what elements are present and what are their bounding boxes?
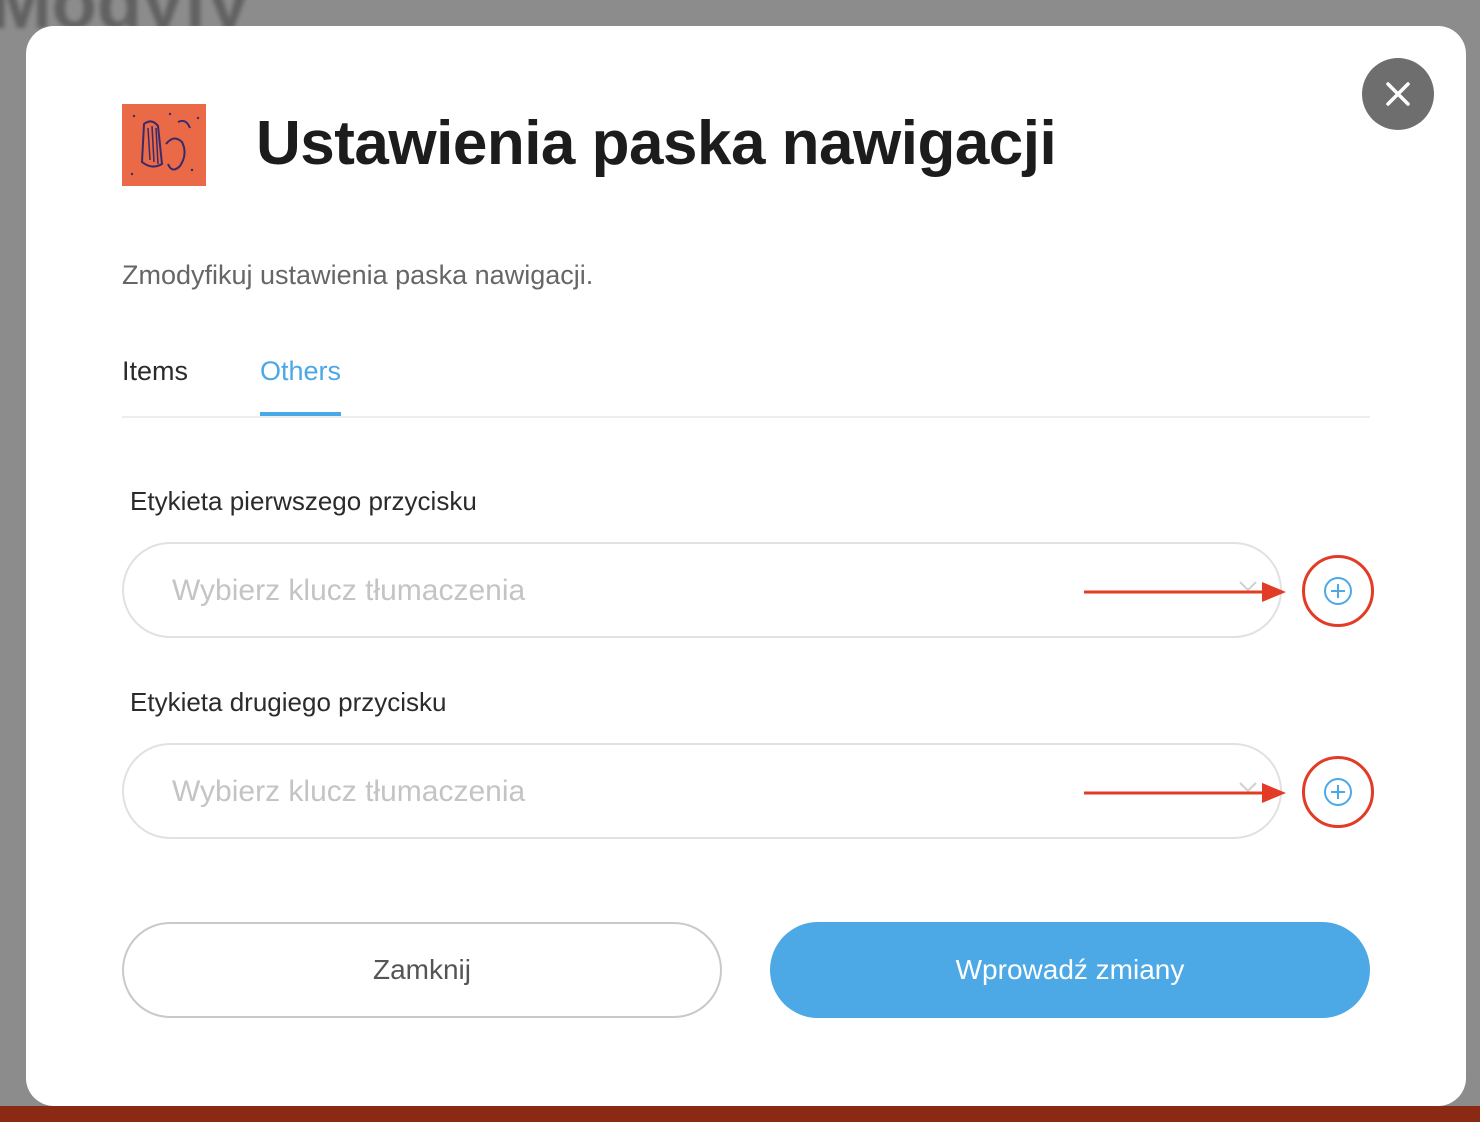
select-placeholder: Wybierz klucz tłumaczenia <box>172 574 526 607</box>
save-changes-button[interactable]: Wprowadź zmiany <box>770 922 1370 1018</box>
tab-bar: Items Others <box>122 356 1370 418</box>
close-modal-button[interactable] <box>1362 58 1434 130</box>
select-placeholder: Wybierz klucz tłumaczenia <box>172 775 526 808</box>
first-button-label-title: Etykieta pierwszego przycisku <box>130 486 477 516</box>
cancel-button[interactable]: Zamknij <box>122 922 722 1018</box>
close-icon <box>1386 82 1410 106</box>
annotation-arrow-icon <box>1084 783 1286 803</box>
add-translation-key-button[interactable] <box>1302 756 1374 828</box>
modal-subtitle: Zmodyfikuj ustawienia paska nawigacji. <box>122 260 594 290</box>
tab-others[interactable]: Others <box>260 356 342 416</box>
tab-items[interactable]: Items <box>122 356 188 414</box>
modal-title: Ustawienia paska nawigacji <box>256 109 1057 178</box>
navigation-settings-modal: Ustawienia paska nawigacji Zmodyfikuj us… <box>26 26 1466 1106</box>
abstract-art-icon <box>122 104 206 186</box>
plus-circle-icon <box>1324 577 1352 605</box>
plus-circle-icon <box>1324 778 1352 806</box>
app-logo-image <box>122 104 206 186</box>
add-translation-key-button[interactable] <box>1302 555 1374 627</box>
second-button-label-title: Etykieta drugiego przycisku <box>130 687 447 717</box>
annotation-arrow-icon <box>1084 582 1286 602</box>
background-bar <box>0 1106 1480 1122</box>
